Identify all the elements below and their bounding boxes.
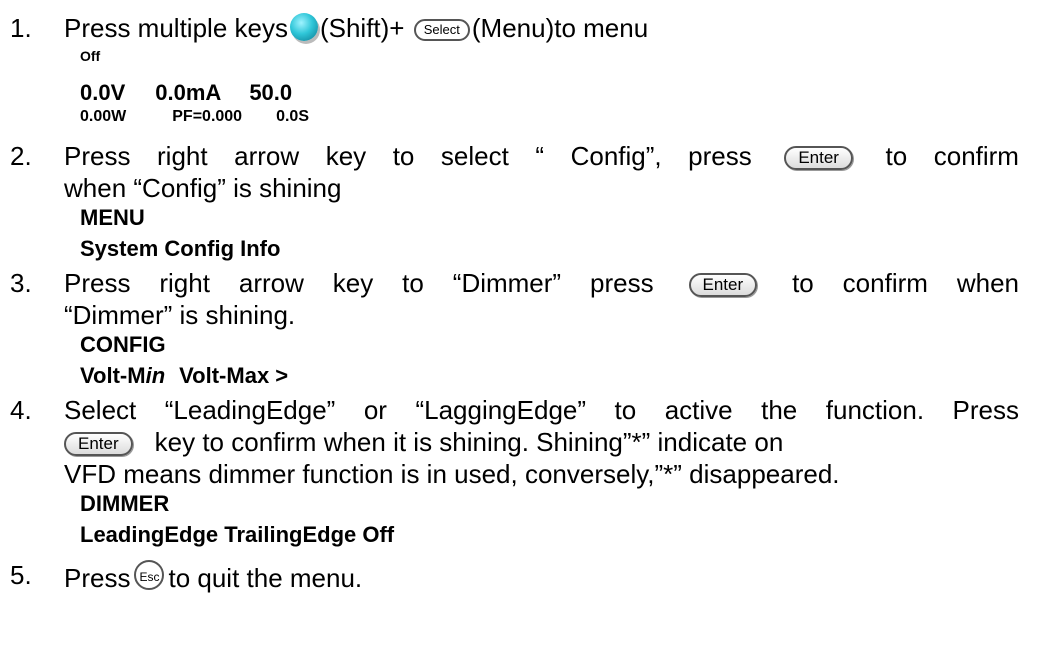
enter-key-icon: Enter [784, 146, 853, 171]
screen-item-volt-max: Volt-Max > [179, 363, 289, 388]
step-4-line-2: Enter key to confirm when it is shining. … [64, 427, 783, 457]
step-number: 4. [10, 395, 32, 425]
esc-key-icon: Esc [134, 560, 165, 590]
display-secondary: 0.00W PF=0.000 0.0S [80, 108, 309, 126]
step-5-line: Press Esc to quit the menu. [64, 560, 362, 600]
enter-key-icon: Enter [64, 432, 133, 457]
screen-items: LeadingEdge TrailingEdge Off [80, 522, 395, 547]
step-text: (Menu)to menu [471, 13, 649, 43]
step-2-line-1: Press right arrow key to select “ Config… [64, 141, 1019, 171]
step-text: when “Config” is shining [64, 173, 342, 203]
step-number: 2. [10, 141, 32, 171]
screen-item-volt-min: Volt-Min [80, 363, 166, 388]
display-time: 0.0S [276, 108, 309, 125]
step-number: 1. [10, 13, 32, 43]
display-readings: 0.0V 0.0mA 50.0 [80, 80, 292, 106]
screen-title: CONFIG [80, 332, 166, 357]
screen-title: DIMMER [80, 491, 170, 516]
step-text: Select “LeadingEdge” or “LaggingEdge” to… [64, 395, 1019, 425]
step-number: 3. [10, 268, 32, 298]
display-frequency: 50.0 [249, 80, 293, 105]
step-1-line: Press multiple keys (Shift)+ Select (Menu)… [64, 13, 648, 47]
step-text: Press right arrow key to select “ Config… [64, 141, 752, 171]
step-text: Press [64, 562, 131, 593]
shift-key-icon [289, 13, 318, 42]
step-text: to confirm when [792, 268, 1019, 298]
screen-title: MENU [80, 205, 145, 230]
step-text: “Dimmer” is shining. [64, 300, 296, 330]
display-current: 0.0mA [155, 80, 222, 105]
display-pf: PF=0.000 [172, 108, 243, 125]
step-text: to quit the menu. [168, 562, 363, 593]
display-voltage: 0.0V [80, 80, 126, 105]
enter-key-icon: Enter [688, 273, 758, 298]
display-power: 0.00W [80, 108, 127, 125]
step-text: to confirm [885, 141, 1019, 171]
step-text: key to confirm when it is shining. Shini… [154, 427, 784, 457]
step-text: VFD means dimmer function is in used, co… [64, 459, 840, 489]
screen-items: System Config Info [80, 236, 281, 261]
step-number: 5. [10, 560, 32, 590]
step-text: Press multiple keys [64, 13, 288, 43]
screen-items: Volt-Min Volt-Max > [80, 363, 288, 389]
step-3-line-1: Press right arrow key to “Dimmer” press … [64, 268, 1019, 298]
select-key-icon: Select [413, 19, 470, 42]
step-text: (Shift)+ [319, 13, 405, 43]
display-status: Off [80, 48, 101, 64]
step-text: Press right arrow key to “Dimmer” press [64, 268, 654, 298]
